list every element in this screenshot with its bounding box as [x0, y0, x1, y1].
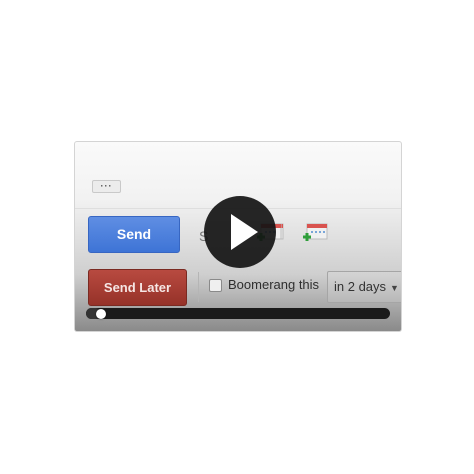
toolbar-separator — [198, 272, 199, 302]
boomerang-label: Boomerang this — [228, 277, 320, 292]
boomerang-checkbox[interactable] — [209, 279, 222, 292]
progress-scrubber[interactable] — [96, 308, 107, 319]
calendar-add-icon[interactable] — [302, 222, 328, 242]
video-player[interactable]: ··· Send S Send Later — [74, 141, 402, 332]
boomerang-time-select[interactable]: in 2 days ▼ — [327, 271, 401, 303]
more-options-button[interactable]: ··· — [92, 180, 121, 193]
play-button[interactable] — [204, 196, 276, 268]
send-button[interactable]: Send — [88, 216, 180, 253]
chevron-down-icon: ▼ — [390, 283, 399, 293]
select-value: in 2 days — [334, 279, 387, 294]
play-icon — [231, 214, 258, 250]
video-progress-bar[interactable] — [86, 308, 390, 319]
send-later-button[interactable]: Send Later — [88, 269, 187, 306]
